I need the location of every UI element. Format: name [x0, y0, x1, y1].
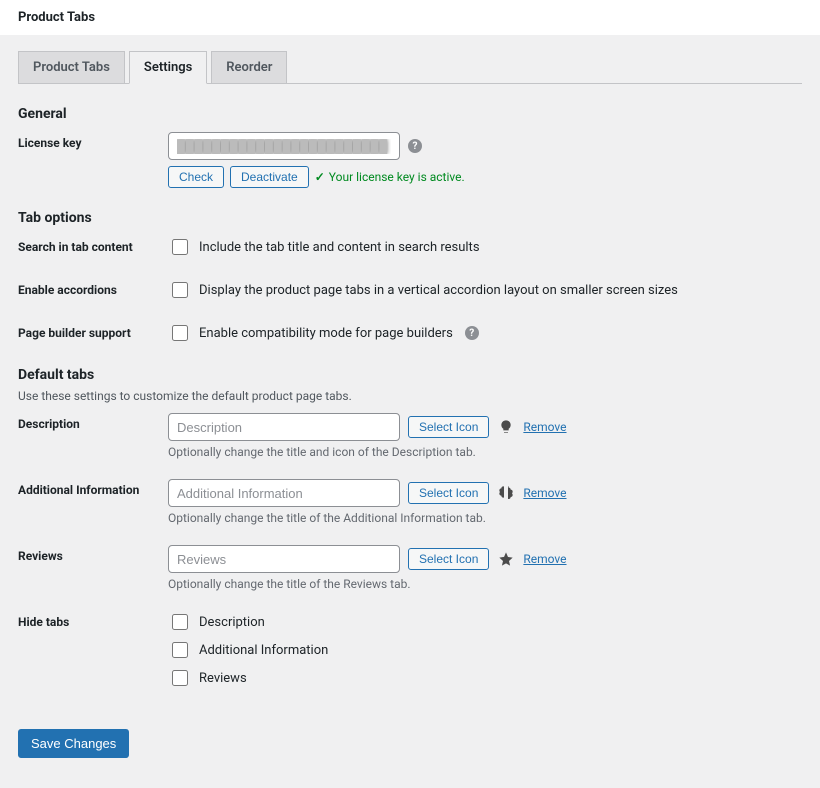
nav-tabs: Product Tabs Settings Reorder [18, 51, 802, 84]
license-key-input[interactable] [168, 132, 400, 160]
label-description: Description [18, 413, 168, 431]
hide-reviews-label[interactable]: Reviews [168, 667, 247, 689]
label-additional-info: Additional Information [18, 479, 168, 497]
tab-settings[interactable]: Settings [129, 51, 207, 84]
reviews-title-input[interactable] [168, 545, 400, 573]
reviews-help: Optionally change the title of the Revie… [168, 577, 802, 591]
description-help: Optionally change the title and icon of … [168, 445, 802, 459]
search-checkbox-label[interactable]: Include the tab title and content in sea… [168, 236, 480, 258]
help-icon[interactable]: ? [465, 326, 479, 340]
additional-title-input[interactable] [168, 479, 400, 507]
page-title: Product Tabs [18, 10, 820, 25]
license-status: Your license key is active. [315, 170, 465, 184]
check-icon [315, 170, 325, 184]
lightbulb-icon [497, 418, 515, 436]
help-icon[interactable]: ? [408, 139, 422, 153]
additional-help: Optionally change the title of the Addit… [168, 511, 802, 525]
remove-description-link[interactable]: Remove [523, 420, 566, 434]
default-tabs-description: Use these settings to customize the defa… [18, 389, 802, 403]
label-reviews: Reviews [18, 545, 168, 563]
page-builder-checkbox-label[interactable]: Enable compatibility mode for page build… [168, 322, 479, 344]
section-general: General [18, 106, 802, 122]
label-page-builder: Page builder support [18, 322, 168, 340]
hide-reviews-checkbox[interactable] [172, 670, 188, 686]
hide-description-label[interactable]: Description [168, 611, 265, 633]
label-enable-accordions: Enable accordions [18, 279, 168, 297]
tab-product-tabs[interactable]: Product Tabs [18, 51, 125, 83]
label-search-in-tab: Search in tab content [18, 236, 168, 254]
select-icon-description-button[interactable]: Select Icon [408, 416, 489, 438]
page-builder-checkbox[interactable] [172, 325, 188, 341]
select-icon-additional-button[interactable]: Select Icon [408, 482, 489, 504]
label-license-key: License key [18, 132, 168, 150]
label-hide-tabs: Hide tabs [18, 611, 168, 629]
remove-reviews-link[interactable]: Remove [523, 552, 566, 566]
brain-icon [497, 484, 515, 502]
hide-additional-label[interactable]: Additional Information [168, 639, 328, 661]
save-button[interactable]: Save Changes [18, 729, 129, 758]
star-icon [497, 550, 515, 568]
tab-reorder[interactable]: Reorder [211, 51, 287, 83]
remove-additional-link[interactable]: Remove [523, 486, 566, 500]
search-checkbox[interactable] [172, 239, 188, 255]
accordions-checkbox[interactable] [172, 282, 188, 298]
hide-additional-checkbox[interactable] [172, 642, 188, 658]
section-tab-options: Tab options [18, 210, 802, 226]
section-default-tabs: Default tabs [18, 367, 802, 383]
hide-description-checkbox[interactable] [172, 614, 188, 630]
deactivate-button[interactable]: Deactivate [230, 166, 309, 188]
select-icon-reviews-button[interactable]: Select Icon [408, 548, 489, 570]
page-header: Product Tabs [0, 0, 820, 35]
accordions-checkbox-label[interactable]: Display the product page tabs in a verti… [168, 279, 678, 301]
description-title-input[interactable] [168, 413, 400, 441]
check-button[interactable]: Check [168, 166, 224, 188]
